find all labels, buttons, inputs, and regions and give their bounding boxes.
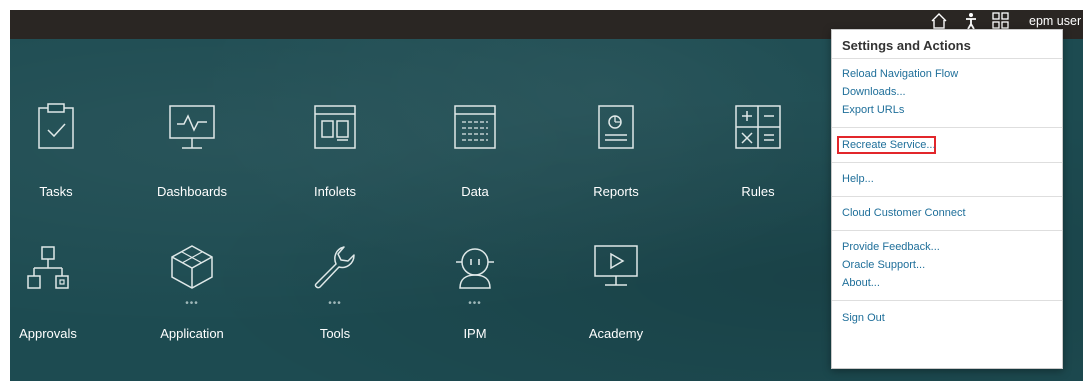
tile-label: Tools (319, 326, 351, 341)
menu-item-about[interactable]: About... (842, 277, 880, 289)
rules-calculator-icon (735, 105, 781, 149)
more-indicator: ••• (185, 298, 199, 309)
settings-actions-menu: Settings and Actions Reload Navigation F… (831, 29, 1063, 369)
tile-label: Application (160, 326, 224, 341)
menu-item-recreate-service[interactable]: Recreate Service... (842, 139, 936, 151)
menu-divider (832, 300, 1062, 301)
tools-wrench-icon (314, 246, 355, 289)
tile-academy[interactable]: Academy (561, 242, 671, 341)
menu-divider (832, 127, 1062, 128)
tile-label: Approvals (19, 326, 77, 341)
menu-item-reload-navigation-flow[interactable]: Reload Navigation Flow (842, 68, 958, 80)
tile-label: Tasks (39, 184, 73, 199)
menu-item-sign-out[interactable]: Sign Out (842, 312, 885, 324)
menu-item-help[interactable]: Help... (842, 173, 874, 185)
menu-divider (832, 162, 1062, 163)
tile-tasks[interactable]: Tasks (1, 102, 111, 199)
dashboards-monitor-icon (169, 105, 215, 149)
tile-label: Reports (593, 184, 639, 199)
tile-label: Academy (588, 326, 644, 341)
tile-label: IPM (463, 326, 487, 341)
tile-ipm[interactable]: ••• IPM (420, 242, 530, 341)
tile-label: Rules (741, 184, 775, 199)
tile-infolets[interactable]: Infolets (280, 102, 390, 199)
application-cube-icon (171, 245, 213, 289)
more-indicator: ••• (328, 298, 342, 309)
menu-item-provide-feedback[interactable]: Provide Feedback... (842, 241, 940, 253)
menu-item-export-urls[interactable]: Export URLs (842, 104, 904, 116)
approvals-hierarchy-icon (27, 246, 69, 289)
academy-video-icon (594, 245, 638, 286)
menu-divider (832, 196, 1062, 197)
tasks-clipboard-icon (38, 103, 74, 149)
tile-tools[interactable]: ••• Tools (280, 242, 390, 341)
tile-data[interactable]: Data (420, 102, 530, 199)
reports-icon (598, 105, 634, 149)
menu-title: Settings and Actions (842, 38, 971, 53)
menu-divider (832, 230, 1062, 231)
ipm-robot-icon (456, 248, 494, 289)
tile-label: Dashboards (156, 184, 228, 199)
menu-item-cloud-customer-connect[interactable]: Cloud Customer Connect (842, 207, 966, 219)
tile-label: Infolets (314, 184, 356, 199)
tile-rules[interactable]: Rules (703, 102, 813, 199)
more-indicator: ••• (468, 298, 482, 309)
data-form-icon (454, 105, 496, 149)
tile-application[interactable]: ••• Application (137, 242, 247, 341)
menu-divider (832, 58, 1062, 59)
infolets-icon (314, 105, 356, 149)
menu-item-downloads[interactable]: Downloads... (842, 86, 906, 98)
tile-label: Data (461, 184, 489, 199)
tile-approvals[interactable]: Approvals (0, 244, 103, 341)
tile-dashboards[interactable]: Dashboards (137, 102, 247, 199)
menu-item-oracle-support[interactable]: Oracle Support... (842, 259, 925, 271)
user-menu-label[interactable]: epm user (1029, 14, 1081, 28)
tile-reports[interactable]: Reports (561, 102, 671, 199)
